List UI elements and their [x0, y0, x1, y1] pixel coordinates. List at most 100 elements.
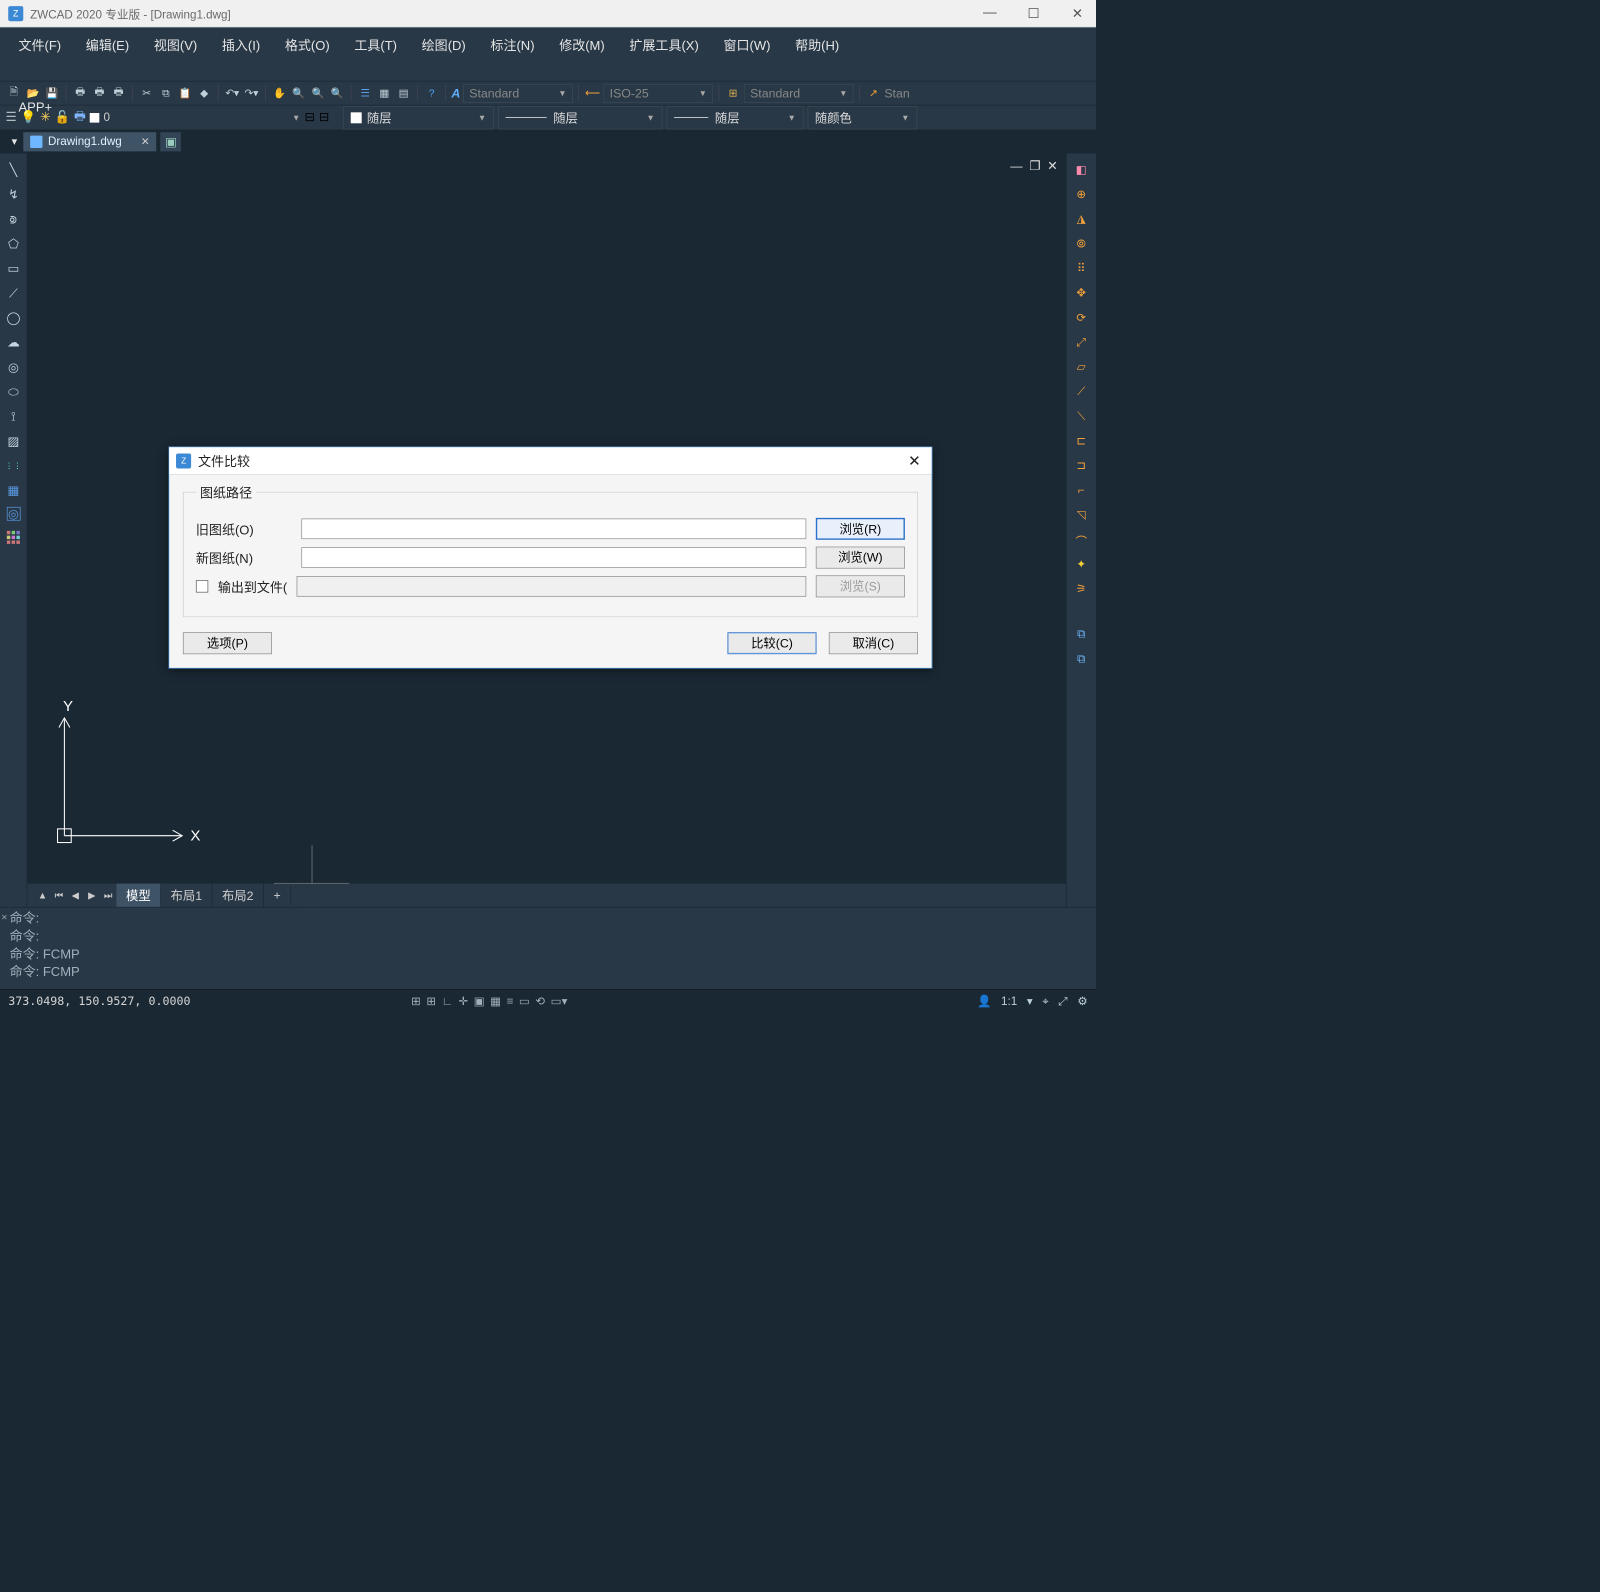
layer-freeze-icon[interactable]: ✳	[40, 110, 50, 124]
open-icon[interactable]: 📂	[25, 85, 41, 101]
save-icon[interactable]: 💾	[44, 85, 60, 101]
model-icon[interactable]: ▭▾	[551, 994, 568, 1008]
dialog-titlebar[interactable]: Z 文件比较 ✕	[169, 447, 931, 474]
tab-layout1[interactable]: 布局1	[161, 884, 212, 907]
linetype-combo[interactable]: 随层▼	[498, 106, 662, 129]
layer-dropdown-arrow[interactable]: ▼	[292, 113, 300, 123]
layout-first-icon[interactable]: ⏮	[51, 887, 67, 903]
polar-icon[interactable]: ✛	[458, 994, 468, 1008]
point-icon[interactable]: ⋮⋮	[5, 458, 21, 474]
menu-tools[interactable]: 工具(T)	[351, 33, 401, 57]
ortho-icon[interactable]: ∟	[442, 994, 453, 1008]
snap-grid-icon[interactable]: ⊞	[411, 994, 421, 1008]
plot-preview-icon[interactable]: 🖶	[91, 85, 107, 101]
circle-icon[interactable]: ◯	[5, 310, 21, 326]
cloud-icon[interactable]: ☁	[5, 334, 21, 350]
copy-icon[interactable]: ⧉	[158, 85, 174, 101]
layout-prev-icon[interactable]: ◀	[67, 887, 83, 903]
layout-next-icon[interactable]: ▶	[84, 887, 100, 903]
zoom-prev-icon[interactable]: 🔍	[329, 85, 345, 101]
zoom-icon[interactable]: 🔍	[290, 85, 306, 101]
cancel-button[interactable]: 取消(C)	[829, 632, 918, 654]
menu-help[interactable]: 帮助(H)	[792, 33, 843, 57]
compare-button[interactable]: 比较(C)	[727, 632, 816, 654]
tool-plus-icon[interactable]: ⊕	[1073, 186, 1089, 202]
menu-draw[interactable]: 绘图(D)	[418, 33, 469, 57]
layer-lock-icon[interactable]: 🔓	[55, 110, 70, 124]
zoom-window-icon[interactable]: 🔍	[310, 85, 326, 101]
menu-ext[interactable]: 扩展工具(X)	[626, 33, 702, 57]
doctab-dropdown[interactable]: ▾	[5, 135, 23, 149]
document-tab-drawing1[interactable]: Drawing1.dwg ✕	[23, 132, 156, 151]
explode-light-icon[interactable]: ✦	[1073, 556, 1089, 572]
help-icon[interactable]: ?	[423, 85, 439, 101]
layer-manager-icon[interactable]: ☰	[5, 110, 16, 124]
maximize-button[interactable]: ☐	[1023, 5, 1044, 22]
rectangle-icon[interactable]: ▭	[5, 260, 21, 276]
menu-edit[interactable]: 编辑(E)	[82, 33, 132, 57]
explode-icon[interactable]: ⚞	[1073, 581, 1089, 597]
tab-model[interactable]: 模型	[116, 884, 161, 907]
snap-grid2-icon[interactable]: ⊞	[426, 994, 436, 1008]
scale-dropdown-icon[interactable]: ▾	[1027, 994, 1033, 1008]
layout-last-icon[interactable]: ⏭	[100, 887, 116, 903]
new-icon[interactable]: 🗎	[5, 85, 21, 101]
rotate-icon[interactable]: ⟳	[1073, 310, 1089, 326]
join-icon[interactable]: ⌐	[1073, 482, 1089, 498]
menu-view[interactable]: 视图(V)	[150, 33, 200, 57]
menu-insert[interactable]: 插入(I)	[218, 33, 263, 57]
close-button[interactable]: ✕	[1067, 5, 1088, 22]
menu-format[interactable]: 格式(O)	[281, 33, 333, 57]
table-style-combo[interactable]: Standard▼	[744, 84, 854, 102]
block-icon[interactable]: ⟟	[5, 408, 21, 424]
move-icon[interactable]: ✥	[1073, 285, 1089, 301]
line-icon[interactable]: ╲	[5, 162, 21, 178]
array-icon[interactable]: ⠿	[1073, 260, 1089, 276]
region-icon[interactable]: ▦	[5, 482, 21, 498]
cycle-icon[interactable]: ⟲	[535, 994, 545, 1008]
print-icon[interactable]: 🖶	[72, 85, 88, 101]
dyn-icon[interactable]: ▭	[519, 994, 530, 1008]
otrack-icon[interactable]: ▦	[490, 994, 501, 1008]
tab-add[interactable]: +	[264, 885, 291, 905]
group1-icon[interactable]: ⧉	[1073, 626, 1089, 642]
publish-icon[interactable]: 🖶	[110, 85, 126, 101]
scale-label[interactable]: 1:1	[1001, 994, 1017, 1008]
design-center-icon[interactable]: ▦	[376, 85, 392, 101]
erase-icon[interactable]: ◆	[196, 85, 212, 101]
doctab-close-icon[interactable]: ✕	[141, 136, 150, 148]
redo-icon[interactable]: ↷▾	[243, 85, 259, 101]
menu-modify[interactable]: 修改(M)	[556, 33, 608, 57]
break2-icon[interactable]: ⊐	[1073, 458, 1089, 474]
color-combo[interactable]: 随层▼	[343, 106, 494, 129]
scale-icon[interactable]: ⤢	[1073, 334, 1089, 350]
polyline-icon[interactable]: ↯	[5, 186, 21, 202]
layer-off-icon[interactable]: ⊟	[304, 110, 314, 124]
polygon-icon[interactable]: ⬠	[5, 236, 21, 252]
layer-bulb-icon[interactable]: 💡	[21, 110, 36, 124]
eraser-icon[interactable]: ◧	[1073, 162, 1089, 178]
layer-color-swatch[interactable]	[90, 113, 100, 123]
hatch-icon[interactable]: ▨	[5, 433, 21, 449]
minimize-button[interactable]: —	[980, 5, 1001, 22]
stretch-icon[interactable]: ▱	[1073, 359, 1089, 375]
options-button[interactable]: 选项(P)	[183, 632, 272, 654]
spline-icon[interactable]: ⟋	[5, 285, 21, 301]
output-to-file-checkbox[interactable]	[196, 580, 208, 592]
trim-icon[interactable]: ⟋	[1073, 384, 1089, 400]
menu-dim[interactable]: 标注(N)	[487, 33, 538, 57]
target-icon[interactable]: ⌖	[1042, 994, 1049, 1008]
donut-icon[interactable]: ◎	[5, 359, 21, 375]
browse-old-button[interactable]: 浏览(R)	[816, 518, 905, 540]
gear-icon[interactable]: ⚙	[1077, 994, 1087, 1008]
tool-palette-icon[interactable]: ▤	[395, 85, 411, 101]
command-window[interactable]: × 命令: 命令: 命令: FCMP 命令: FCMP	[0, 907, 1096, 989]
lineweight-combo[interactable]: 随层▼	[666, 106, 803, 129]
group2-icon[interactable]: ⧉	[1073, 651, 1089, 667]
properties-icon[interactable]: ☰	[357, 85, 373, 101]
text-style-combo[interactable]: Standard▼	[463, 84, 573, 102]
new-drawing-input[interactable]	[301, 547, 806, 568]
cmd-close-icon[interactable]: ×	[1, 909, 7, 927]
osnap-icon[interactable]: ▣	[474, 994, 485, 1008]
cut-icon[interactable]: ✂	[138, 85, 154, 101]
